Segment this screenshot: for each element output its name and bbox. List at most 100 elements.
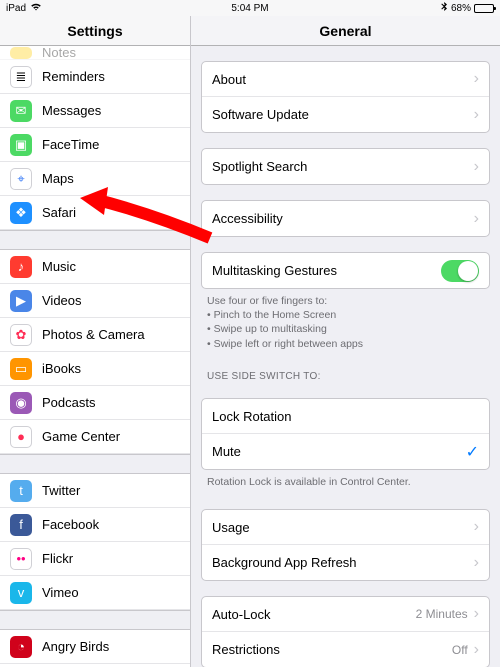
- toggle[interactable]: [441, 260, 479, 282]
- cell-about[interactable]: About›: [202, 62, 489, 97]
- cell-spotlight-search[interactable]: Spotlight Search›: [202, 149, 489, 184]
- status-carrier: iPad: [6, 3, 26, 14]
- facetime-icon: ▣: [10, 134, 32, 156]
- sidebar-item-vimeo[interactable]: v Vimeo: [0, 576, 190, 610]
- sidebar-item-twitter[interactable]: t Twitter: [0, 474, 190, 508]
- sidebar-item-reminders[interactable]: ≣ Reminders: [0, 60, 190, 94]
- podcasts-icon: ◉: [10, 392, 32, 414]
- sidebar-item-label: Facebook: [42, 517, 180, 532]
- videos-icon: ▶: [10, 290, 32, 312]
- sidebar-item-label: iBooks: [42, 361, 180, 376]
- cell-value: Off: [452, 643, 468, 657]
- chevron-right-icon: ›: [474, 642, 479, 658]
- sidebar-item-label: FaceTime: [42, 137, 180, 152]
- maps-icon: ⌖: [10, 168, 32, 190]
- sidebar-item[interactable]: Notes: [0, 46, 190, 60]
- sidebar-item-ibooks[interactable]: ▭ iBooks: [0, 352, 190, 386]
- cell-label: Lock Rotation: [212, 409, 479, 424]
- status-battery-pct: 68%: [451, 3, 471, 14]
- cell-label: Restrictions: [212, 642, 452, 657]
- flickr-icon: ••: [10, 548, 32, 570]
- facebook-icon: f: [10, 514, 32, 536]
- sidebar-item-angry-birds[interactable]: ◔Angry Birds: [0, 630, 190, 664]
- cell-software-update[interactable]: Software Update›: [202, 97, 489, 132]
- music-icon: ♪: [10, 256, 32, 278]
- sidebar-item-label: Messages: [42, 103, 180, 118]
- chevron-right-icon: ›: [474, 159, 479, 175]
- cell-mute[interactable]: Mute✓: [202, 434, 489, 469]
- settings-group: Auto-Lock2 Minutes › RestrictionsOff ›: [201, 596, 490, 667]
- sidebar-title: Settings: [0, 16, 190, 46]
- status-time: 5:04 PM: [0, 3, 500, 14]
- settings-group: Accessibility›: [201, 200, 490, 237]
- sidebar-item-label: Music: [42, 259, 180, 274]
- sidebar-item-photos-camera[interactable]: ✿ Photos & Camera: [0, 318, 190, 352]
- reminders-icon: ≣: [10, 66, 32, 88]
- game-center-icon: ●: [10, 426, 32, 448]
- sidebar-item-game-center[interactable]: ● Game Center: [0, 420, 190, 454]
- chevron-right-icon: ›: [474, 555, 479, 571]
- sidebar-item-label: Angry Birds: [42, 639, 180, 654]
- sidebar-item-maps[interactable]: ⌖ Maps: [0, 162, 190, 196]
- cell-label: Spotlight Search: [212, 159, 474, 174]
- footnote: Rotation Lock is available in Control Ce…: [191, 470, 500, 494]
- safari-icon: ❖: [10, 202, 32, 224]
- cell-multitasking-gestures[interactable]: Multitasking Gestures: [202, 253, 489, 288]
- sidebar-item-safari[interactable]: ❖Safari: [0, 196, 190, 230]
- sidebar-item-label: Game Center: [42, 429, 180, 444]
- chevron-right-icon: ›: [474, 606, 479, 622]
- chevron-right-icon: ›: [474, 519, 479, 535]
- sidebar-item-label: Maps: [42, 171, 180, 186]
- sidebar-item-music[interactable]: ♪ Music: [0, 250, 190, 284]
- chevron-right-icon: ›: [474, 71, 479, 87]
- cell-usage[interactable]: Usage›: [202, 510, 489, 545]
- settings-group: Multitasking Gestures: [201, 252, 490, 289]
- cell-accessibility[interactable]: Accessibility›: [202, 201, 489, 236]
- sidebar-item-label: Photos & Camera: [42, 327, 180, 342]
- ibooks-icon: ▭: [10, 358, 32, 380]
- settings-group: Spotlight Search›: [201, 148, 490, 185]
- cell-label: Auto-Lock: [212, 607, 416, 622]
- sidebar: Settings Notes ≣ Reminders ✉Messages ▣ FaceTi…: [0, 16, 191, 667]
- cell-lock-rotation[interactable]: Lock Rotation: [202, 399, 489, 434]
- sidebar-item-videos[interactable]: ▶ Videos: [0, 284, 190, 318]
- chevron-right-icon: ›: [474, 211, 479, 227]
- cell-label: Background App Refresh: [212, 555, 474, 570]
- group-header: USE SIDE SWITCH TO:: [191, 356, 500, 389]
- cell-background-app-refresh[interactable]: Background App Refresh›: [202, 545, 489, 580]
- sidebar-item-label: Reminders: [42, 69, 180, 84]
- notes-icon: [10, 47, 32, 59]
- sidebar-item-podcasts[interactable]: ◉ Podcasts: [0, 386, 190, 420]
- cell-label: Multitasking Gestures: [212, 263, 441, 278]
- settings-group: Lock Rotation Mute✓: [201, 398, 490, 470]
- sidebar-item-label: Vimeo: [42, 585, 180, 600]
- cell-label: Software Update: [212, 107, 474, 122]
- settings-group: About›Software Update›: [201, 61, 490, 133]
- sidebar-item-facetime[interactable]: ▣ FaceTime: [0, 128, 190, 162]
- main-pane: General About›Software Update›Spotlight …: [191, 16, 500, 667]
- bluetooth-icon: [441, 2, 448, 15]
- sidebar-item-label: Videos: [42, 293, 180, 308]
- sidebar-item-label: Twitter: [42, 483, 180, 498]
- cell-auto-lock[interactable]: Auto-Lock2 Minutes ›: [202, 597, 489, 632]
- cell-label: Accessibility: [212, 211, 474, 226]
- cell-label: About: [212, 72, 474, 87]
- check-icon: ✓: [466, 442, 479, 462]
- twitter-icon: t: [10, 480, 32, 502]
- cell-value: 2 Minutes: [416, 607, 468, 621]
- cell-restrictions[interactable]: RestrictionsOff ›: [202, 632, 489, 667]
- vimeo-icon: v: [10, 582, 32, 604]
- sidebar-item-label: Notes: [42, 46, 180, 60]
- footnote: Use four or five fingers to:• Pinch to t…: [191, 289, 500, 356]
- sidebar-item-facebook[interactable]: f Facebook: [0, 508, 190, 542]
- sidebar-item-label: Podcasts: [42, 395, 180, 410]
- cell-label: Mute: [212, 444, 466, 459]
- sidebar-item-label: Flickr: [42, 551, 180, 566]
- battery-icon: [474, 4, 494, 13]
- sidebar-item-flickr[interactable]: •• Flickr: [0, 542, 190, 576]
- sidebar-item-messages[interactable]: ✉Messages: [0, 94, 190, 128]
- wifi-icon: [30, 2, 42, 14]
- photos-camera-icon: ✿: [10, 324, 32, 346]
- cell-label: Usage: [212, 520, 474, 535]
- main-title: General: [191, 16, 500, 46]
